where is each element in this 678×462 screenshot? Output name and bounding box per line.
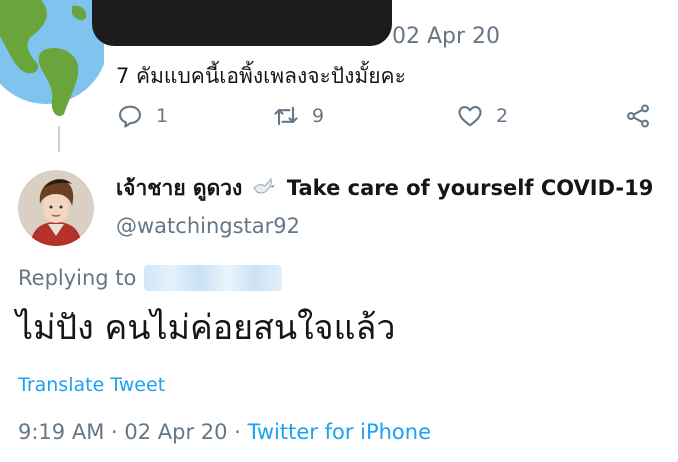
display-name[interactable]: เจ้าชาย ดูดวง Take care of yourself COVI… bbox=[116, 172, 653, 205]
user-handle[interactable]: @watchingstar92 bbox=[116, 214, 300, 238]
parent-tweet-date: 02 Apr 20 bbox=[392, 24, 501, 49]
reply-icon bbox=[119, 105, 141, 128]
redacted-reply-handle[interactable] bbox=[144, 265, 283, 291]
share-icon bbox=[627, 104, 649, 128]
tweet-text: ไม่ปัง คนไม่ค่อยสนใจแล้ว bbox=[16, 308, 396, 348]
retweet-button[interactable]: 9 bbox=[272, 102, 324, 130]
retweet-count: 9 bbox=[312, 105, 325, 127]
replying-to: Replying to bbox=[18, 265, 283, 291]
replying-to-label: Replying to bbox=[18, 266, 137, 290]
like-icon bbox=[458, 105, 482, 127]
meta-separator: · bbox=[104, 420, 125, 444]
meta-separator: · bbox=[227, 420, 248, 444]
tweet-date[interactable]: 02 Apr 20 bbox=[124, 420, 227, 444]
reply-button[interactable]: 1 bbox=[116, 102, 168, 130]
thread-connector-line bbox=[58, 126, 60, 152]
display-name-text: เจ้าชาย ดูดวง bbox=[116, 176, 243, 200]
like-button[interactable]: 2 bbox=[456, 102, 508, 130]
translate-tweet-link[interactable]: Translate Tweet bbox=[18, 374, 165, 396]
tweet-source-link[interactable]: Twitter for iPhone bbox=[248, 420, 432, 444]
reply-count: 1 bbox=[156, 105, 169, 127]
retweet-icon bbox=[274, 106, 298, 126]
display-name-suffix: Take care of yourself COVID-19 bbox=[286, 176, 654, 200]
tweet-time: 9:19 AM bbox=[18, 420, 105, 444]
tweet-metadata: 9:19 AM · 02 Apr 20 · Twitter for iPhone bbox=[18, 420, 431, 444]
parent-tweet-text: 7 คัมแบคนี้เอพิ้งเพลงจะปังมั้ยคะ bbox=[116, 64, 406, 88]
globe-avatar[interactable] bbox=[0, 0, 104, 126]
share-button[interactable] bbox=[624, 102, 652, 130]
like-count: 2 bbox=[496, 105, 509, 127]
redacted-parent-username bbox=[92, 0, 392, 46]
dove-emoji-icon bbox=[252, 177, 275, 194]
user-avatar[interactable] bbox=[18, 170, 94, 246]
